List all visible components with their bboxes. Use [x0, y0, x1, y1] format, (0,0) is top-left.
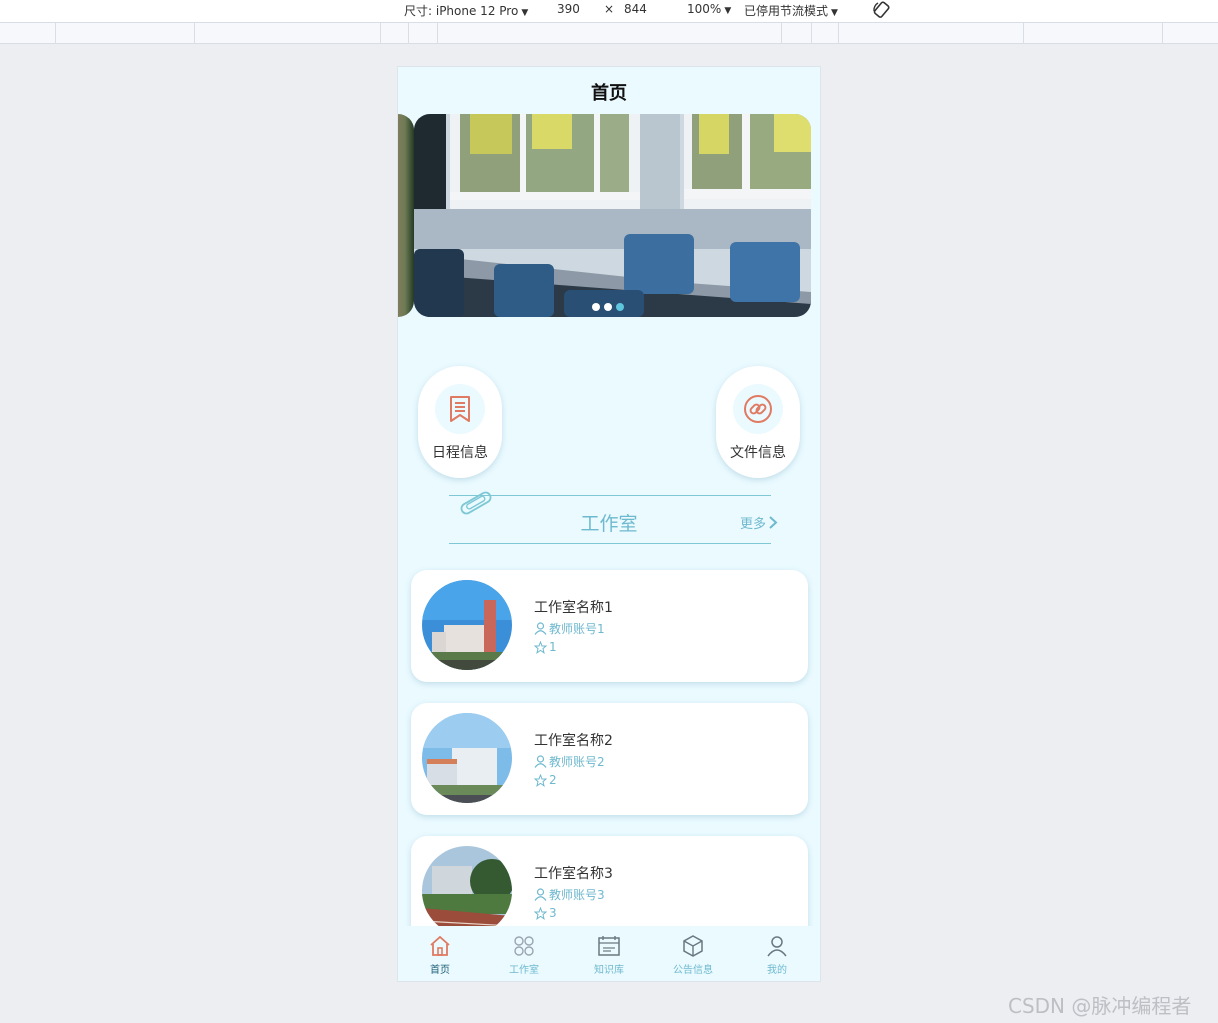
tab-studio[interactable]: 工作室 — [494, 934, 554, 976]
studio-name: 工作室名称1 — [534, 600, 613, 616]
studio-teacher: 教师账号1 — [534, 620, 605, 637]
carousel-prev-slide[interactable] — [398, 114, 414, 317]
device-select[interactable]: 尺寸: iPhone 12 Pro ▼ — [404, 2, 528, 19]
carousel-dot-active[interactable] — [616, 303, 624, 311]
campus-image — [422, 846, 512, 936]
media-query-ruler — [0, 22, 1218, 44]
box-icon — [683, 935, 703, 957]
user-icon — [534, 888, 547, 901]
quick-entry-files[interactable]: 文件信息 — [716, 366, 800, 478]
times-sign: × — [604, 2, 615, 16]
star-icon — [534, 640, 547, 654]
watermark: CSDN @脉冲编程者 — [1008, 994, 1192, 1018]
tab-mine[interactable]: 我的 — [747, 934, 807, 976]
calendar-board-icon — [598, 936, 620, 956]
teacher-account: 教师账号3 — [549, 888, 605, 902]
quick-entry-schedule[interactable]: 日程信息 — [418, 366, 502, 478]
carousel-slide[interactable] — [414, 114, 811, 317]
more-link[interactable]: 更多 — [740, 513, 778, 532]
tab-bar: 首页 工作室 知识库 公告信息 我的 — [398, 926, 820, 981]
chevron-down-icon: ▼ — [521, 8, 529, 18]
chevron-down-icon: ▼ — [724, 6, 732, 16]
quick-entry-icon-wrap — [435, 384, 485, 434]
chevron-right-icon — [769, 516, 778, 529]
studio-favorites: 2 — [534, 773, 557, 787]
tab-label: 知识库 — [594, 965, 624, 976]
width-input[interactable]: 390 — [557, 2, 580, 16]
star-icon — [534, 906, 547, 920]
tab-label: 公告信息 — [673, 965, 713, 976]
quick-entry-label: 文件信息 — [730, 445, 786, 461]
studio-name: 工作室名称2 — [534, 733, 613, 749]
studio-photo — [422, 846, 512, 936]
home-icon — [430, 935, 450, 956]
device-label: 尺寸: iPhone 12 Pro — [404, 4, 519, 18]
favorite-count: 2 — [549, 773, 557, 787]
section-bottom-line — [449, 543, 771, 544]
carousel-dot[interactable] — [604, 303, 612, 311]
quick-entry-label: 日程信息 — [432, 445, 488, 461]
teacher-account: 教师账号1 — [549, 622, 605, 636]
page-title: 首页 — [591, 83, 627, 104]
zoom-label: 100% — [687, 2, 722, 16]
tab-home[interactable]: 首页 — [410, 934, 470, 976]
chevron-down-icon: ▼ — [831, 8, 838, 18]
studio-name: 工作室名称3 — [534, 866, 613, 882]
favorite-count: 1 — [549, 640, 557, 654]
teacher-account: 教师账号2 — [549, 755, 605, 769]
section-top-line — [449, 495, 771, 496]
studio-card[interactable]: 工作室名称2 教师账号2 2 — [411, 703, 808, 815]
studio-teacher: 教师账号2 — [534, 753, 605, 770]
user-icon — [534, 622, 547, 635]
phone-viewport: 首页 日程信息 文件信息 工作室 更多 工作室名称1 教师账号1 1 工作室名称… — [397, 66, 821, 982]
tab-announcement[interactable]: 公告信息 — [663, 934, 723, 976]
quick-entry-icon-wrap — [733, 384, 783, 434]
height-input[interactable]: 844 — [624, 2, 647, 16]
star-icon — [534, 773, 547, 787]
throttle-select[interactable]: 已停用节流模式 ▼ — [744, 2, 838, 19]
favorite-count: 3 — [549, 906, 557, 920]
classroom-image — [414, 114, 811, 317]
devtools-toolbar: 尺寸: iPhone 12 Pro ▼ 390 × 844 100% ▼ 已停用节流… — [0, 0, 1218, 22]
throttle-label: 已停用节流模式 — [744, 4, 829, 18]
bookmark-doc-icon — [450, 396, 470, 422]
studio-photo — [422, 713, 512, 803]
carousel-indicators — [592, 303, 624, 311]
tab-label: 首页 — [430, 965, 450, 976]
link-icon — [744, 395, 772, 423]
building-image — [422, 713, 512, 803]
building-image — [422, 580, 512, 670]
user-icon — [534, 755, 547, 768]
studio-card[interactable]: 工作室名称1 教师账号1 1 — [411, 570, 808, 682]
rotate-icon[interactable] — [872, 0, 892, 20]
more-label: 更多 — [740, 517, 767, 532]
carousel-dot[interactable] — [592, 303, 600, 311]
studio-photo — [422, 580, 512, 670]
studio-favorites: 1 — [534, 640, 557, 654]
tab-label: 工作室 — [509, 965, 539, 976]
tab-label: 我的 — [767, 965, 787, 976]
studio-favorites: 3 — [534, 906, 557, 920]
grid-icon — [514, 936, 534, 956]
studio-teacher: 教师账号3 — [534, 886, 605, 903]
user-icon — [767, 936, 787, 957]
zoom-select[interactable]: 100% ▼ — [687, 2, 731, 16]
tab-knowledge[interactable]: 知识库 — [579, 934, 639, 976]
